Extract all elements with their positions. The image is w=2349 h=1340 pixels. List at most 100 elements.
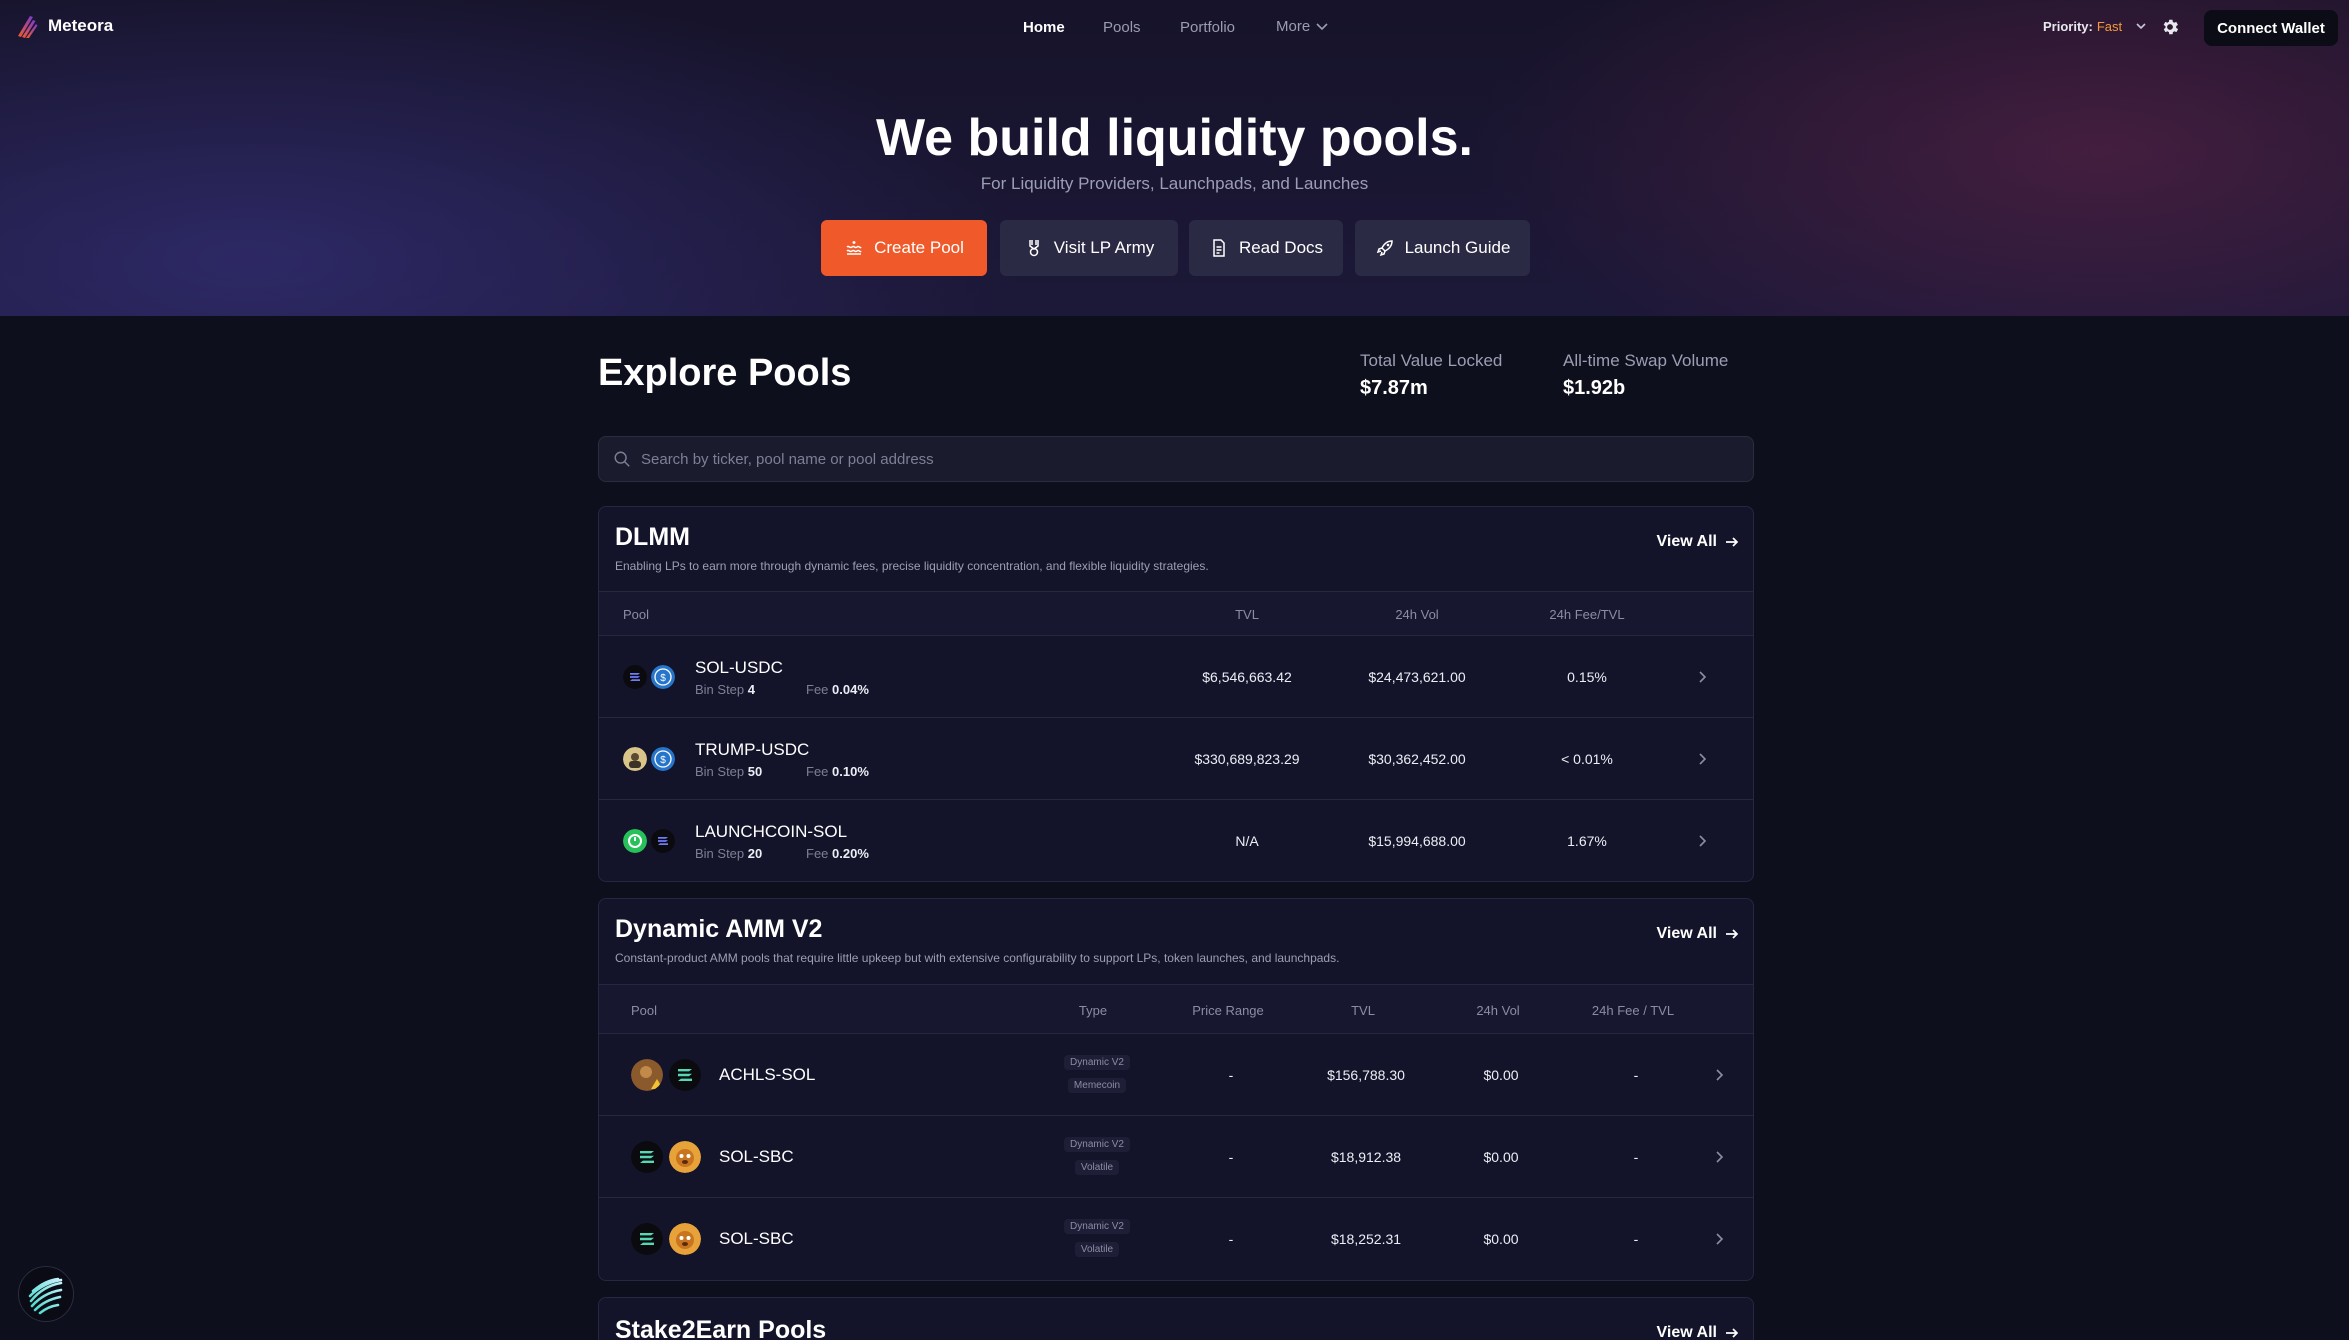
header-24h-vol[interactable]: 24h Vol xyxy=(1395,607,1438,622)
search-icon xyxy=(614,451,630,467)
fee-label: Fee xyxy=(806,682,829,697)
pool-name: SOL-SBC xyxy=(719,1147,794,1166)
header-type: Type xyxy=(1078,1003,1108,1018)
swap-volume-label: All-time Swap Volume xyxy=(1563,351,1729,370)
table-row[interactable]: SOL-SBC Dynamic V2 Volatile - $18,912.38… xyxy=(599,1116,1753,1198)
nav-link-pools[interactable]: Pools xyxy=(1103,19,1141,36)
header-price-range: Price Range xyxy=(1192,1003,1264,1018)
chevron-right-icon[interactable] xyxy=(1714,1068,1724,1082)
tvl-stat: Total Value Locked $7.87m xyxy=(1360,351,1502,400)
vol-value: $0.00 xyxy=(1483,1067,1519,1083)
nav-link-portfolio[interactable]: Portfolio xyxy=(1180,19,1235,36)
arrow-right-icon xyxy=(1726,1328,1739,1338)
vol-value: $24,473,621.00 xyxy=(1368,669,1466,685)
tvl-value: $6,546,663.42 xyxy=(1202,669,1292,685)
medal-icon xyxy=(1029,240,1039,257)
header-tvl[interactable]: TVL xyxy=(1351,1003,1375,1018)
launchcoin-token-icon xyxy=(623,829,647,853)
brand-logo[interactable]: Meteora xyxy=(16,14,113,38)
fee-tvl-value: < 0.01% xyxy=(1561,751,1613,767)
dlmm-view-all-link[interactable]: View All xyxy=(1657,533,1739,551)
svg-text:$: $ xyxy=(660,755,666,766)
sol-token-icon xyxy=(623,665,647,689)
chevron-right-icon[interactable] xyxy=(1697,670,1707,684)
category-badge: Memecoin xyxy=(1067,1078,1127,1093)
chevron-right-icon[interactable] xyxy=(1714,1232,1724,1246)
create-pool-label: Create Pool xyxy=(874,238,964,257)
priority-label: Priority: xyxy=(2043,19,2093,34)
table-row[interactable]: $ TRUMP-USDC Bin Step 50 Fee 0.10% $330,… xyxy=(599,718,1753,800)
table-row[interactable]: $ SOL-USDC Bin Step 4 Fee 0.04% $6,546,6… xyxy=(599,636,1753,718)
assistant-floating-button[interactable] xyxy=(18,1266,74,1322)
priority-selector[interactable]: Priority: Fast xyxy=(2043,19,2146,34)
pool-name: TRUMP-USDC xyxy=(695,740,810,759)
pool-search[interactable] xyxy=(598,436,1754,482)
visit-lp-army-button[interactable]: Visit LP Army xyxy=(1000,220,1178,276)
search-input[interactable] xyxy=(641,450,1741,468)
pool-name: SOL-SBC xyxy=(719,1229,794,1248)
damm-description: Constant-product AMM pools that require … xyxy=(615,951,1340,965)
dlmm-title: DLMM xyxy=(615,523,690,551)
gear-icon[interactable] xyxy=(2160,17,2180,37)
chevron-right-icon[interactable] xyxy=(1697,834,1707,848)
fee-tvl-value: 1.67% xyxy=(1567,833,1607,849)
price-range-value: - xyxy=(1228,1149,1234,1165)
rocket-icon xyxy=(1376,240,1393,257)
chevron-down-icon xyxy=(2136,23,2146,30)
header-24h-vol[interactable]: 24h Vol xyxy=(1476,1003,1519,1018)
create-pool-button[interactable]: Create Pool xyxy=(821,220,987,276)
header-pool: Pool xyxy=(623,607,650,622)
price-range-value: - xyxy=(1228,1231,1234,1247)
view-all-label: View All xyxy=(1656,925,1717,942)
header-fee-tvl[interactable]: 24h Fee/TVL xyxy=(1549,607,1624,622)
nav-link-more-label: More xyxy=(1276,18,1311,35)
arrow-right-icon xyxy=(1726,537,1739,547)
bin-step-label: Bin Step xyxy=(695,682,745,697)
dlmm-table-header: Pool TVL 24h Vol 24h Fee/TVL xyxy=(599,591,1753,636)
svg-text:$: $ xyxy=(660,673,666,684)
view-all-label: View All xyxy=(1656,533,1717,550)
connect-wallet-button[interactable]: Connect Wallet xyxy=(2204,10,2338,46)
table-row[interactable]: LAUNCHCOIN-SOL Bin Step 20 Fee 0.20% N/A… xyxy=(599,800,1753,881)
fee-value: 0.04% xyxy=(832,682,869,697)
visit-lp-army-label: Visit LP Army xyxy=(1053,238,1155,257)
explore-pools-title: Explore Pools xyxy=(598,352,852,394)
pool-name: SOL-USDC xyxy=(695,658,783,677)
launch-guide-button[interactable]: Launch Guide xyxy=(1355,220,1530,276)
sol-token-icon xyxy=(631,1141,663,1173)
arrow-right-icon xyxy=(1726,929,1739,939)
chevron-right-icon[interactable] xyxy=(1697,752,1707,766)
vol-value: $0.00 xyxy=(1483,1149,1519,1165)
fee-tvl-value: - xyxy=(1633,1149,1639,1165)
chevron-right-icon[interactable] xyxy=(1714,1150,1724,1164)
table-row[interactable]: SOL-SBC Dynamic V2 Volatile - $18,252.31… xyxy=(599,1198,1753,1280)
tvl-value: $18,252.31 xyxy=(1330,1231,1402,1247)
read-docs-button[interactable]: Read Docs xyxy=(1189,220,1343,276)
nav-link-home[interactable]: Home xyxy=(1023,19,1065,36)
usdc-token-icon: $ xyxy=(651,665,675,689)
pool-name: ACHLS-SOL xyxy=(719,1065,816,1084)
damm-view-all-link[interactable]: View All xyxy=(1657,925,1739,943)
fee-tvl-value: 0.15% xyxy=(1567,669,1607,685)
category-badge: Volatile xyxy=(1074,1242,1120,1257)
launch-guide-label: Launch Guide xyxy=(1404,238,1511,257)
tvl-value: $330,689,823.29 xyxy=(1194,751,1300,767)
header-fee-tvl[interactable]: 24h Fee / TVL xyxy=(1592,1003,1674,1018)
damm-table-header: Pool Type Price Range TVL 24h Vol 24h Fe… xyxy=(599,984,1753,1034)
wave-icon xyxy=(846,241,862,255)
category-badge: Volatile xyxy=(1074,1160,1120,1175)
striped-sphere-icon xyxy=(28,1277,63,1315)
header-tvl[interactable]: TVL xyxy=(1235,607,1259,622)
vol-value: $15,994,688.00 xyxy=(1368,833,1466,849)
hero-subtitle: For Liquidity Providers, Launchpads, and… xyxy=(980,174,1369,193)
achls-token-icon xyxy=(631,1059,663,1091)
fee-tvl-value: - xyxy=(1633,1067,1639,1083)
type-badge: Dynamic V2 xyxy=(1064,1137,1130,1152)
damm-section: Dynamic AMM V2 Constant-product AMM pool… xyxy=(598,898,1754,1281)
table-row[interactable]: ACHLS-SOL Dynamic V2 Memecoin - $156,788… xyxy=(599,1034,1753,1116)
nav-link-more[interactable]: More xyxy=(1276,18,1328,35)
bin-step-value: 20 xyxy=(747,846,763,861)
chevron-down-icon xyxy=(1316,23,1328,31)
stake2earn-view-all-link[interactable]: View All xyxy=(1657,1324,1739,1340)
sbc-token-icon xyxy=(669,1223,701,1255)
